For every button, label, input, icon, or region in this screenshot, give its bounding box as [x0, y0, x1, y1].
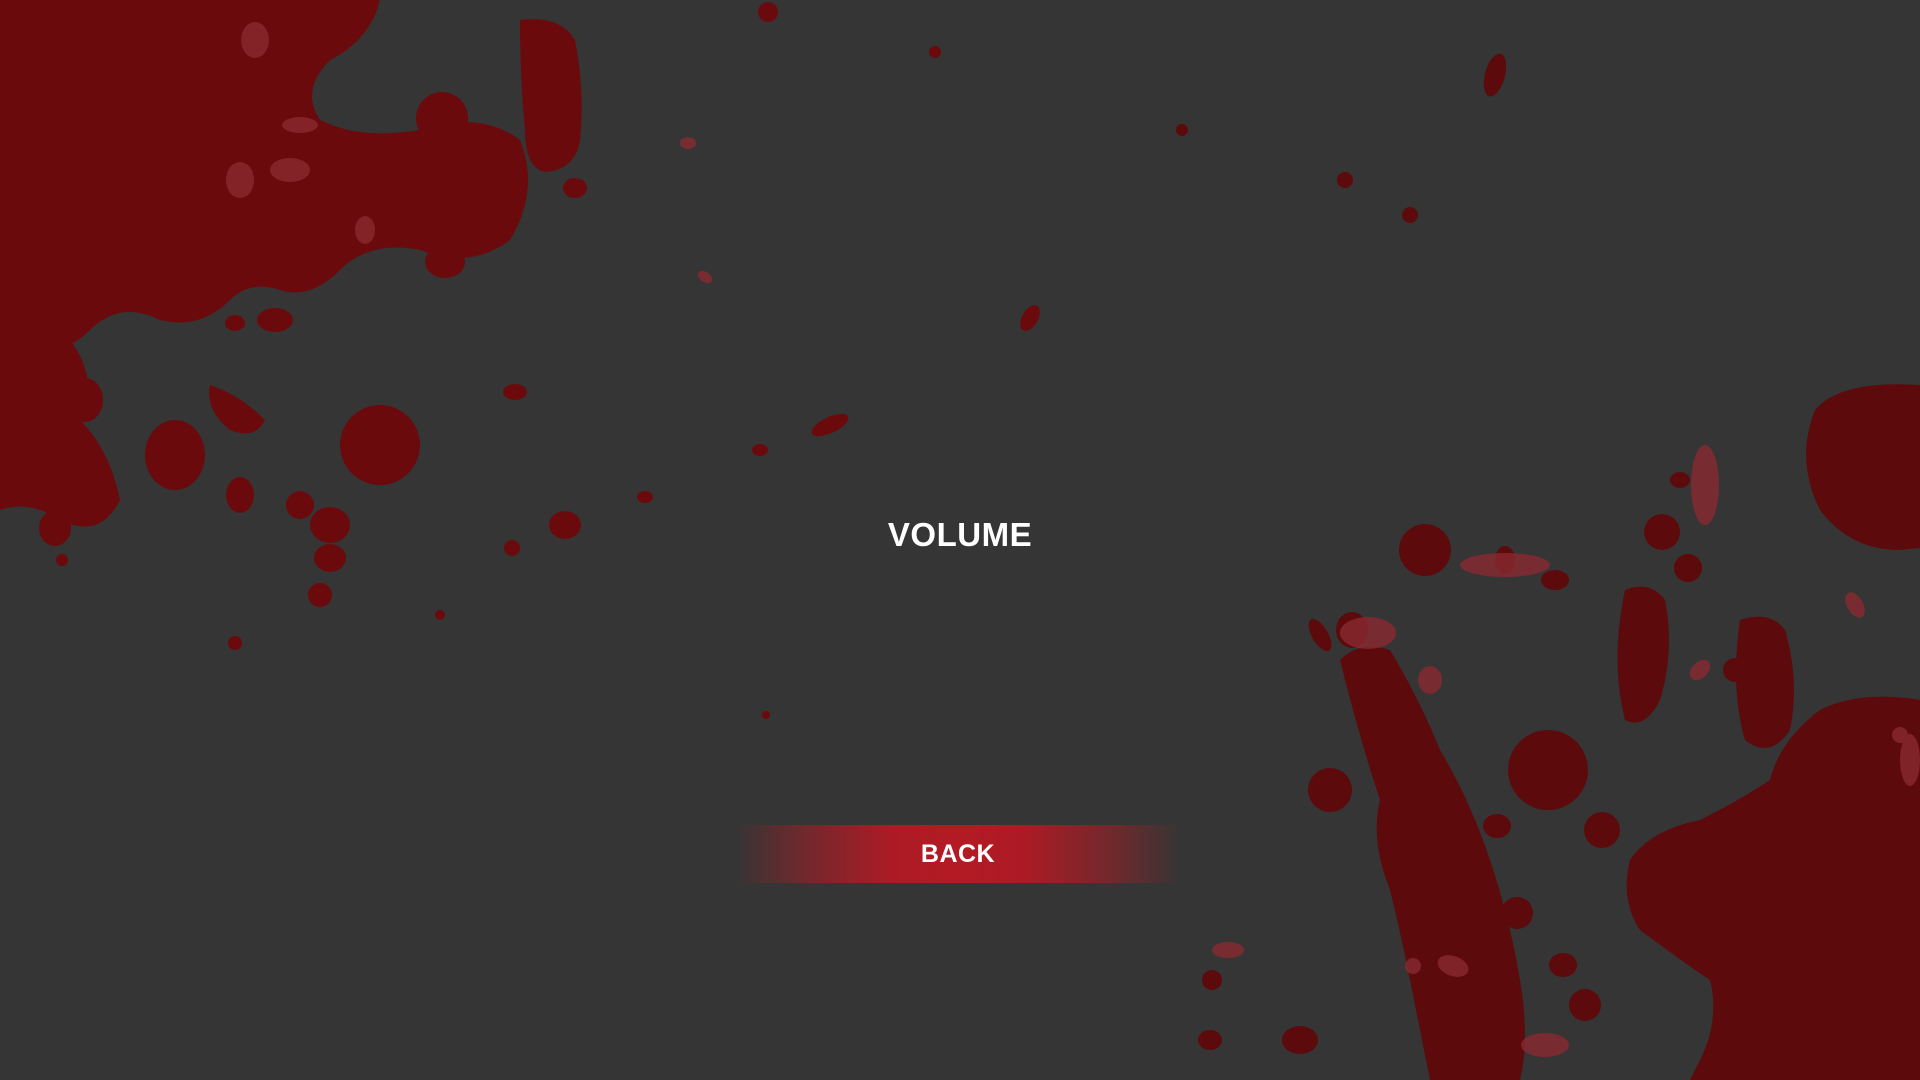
volume-heading: VOLUME — [887, 516, 1033, 553]
back-button-label: BACK — [920, 839, 996, 868]
back-button[interactable]: BACK — [735, 825, 1181, 883]
volume-screen: VOLUME BACK — [0, 0, 1920, 1080]
